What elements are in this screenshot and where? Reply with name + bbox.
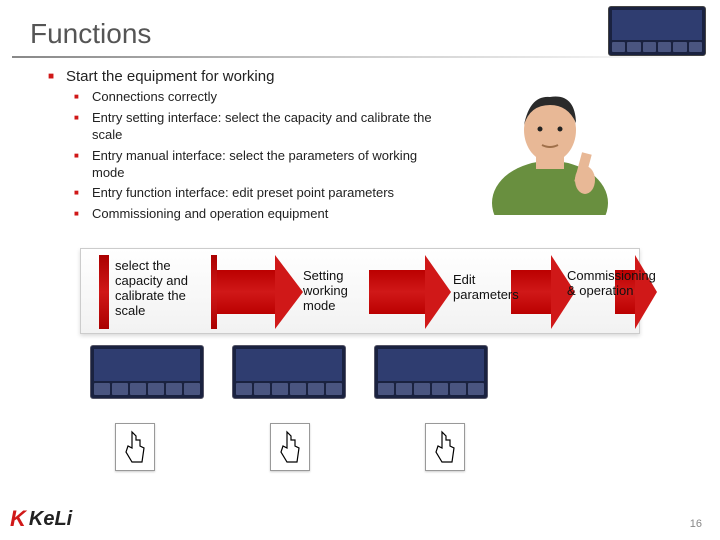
flow-step-1: select the capacity and calibrate the sc… [115, 259, 205, 319]
device-thumbnails-row [90, 345, 488, 399]
logo-mark: K [10, 506, 26, 532]
bullet-level2: Entry setting interface: select the capa… [74, 108, 440, 146]
page-number: 16 [690, 518, 702, 530]
device-thumbnail [232, 345, 346, 399]
person-illustration [480, 85, 620, 215]
device-thumbnail [374, 345, 488, 399]
bullet-level2: Entry function interface: edit preset po… [74, 183, 440, 204]
brand-logo: K KeLi [10, 506, 72, 532]
bullet-level2: Entry manual interface: select the param… [74, 146, 440, 184]
flow-step-4: Commissioning & operation [567, 269, 659, 299]
pointer-icon [115, 423, 155, 471]
bullet-list: Start the equipment for working Connecti… [0, 66, 440, 225]
pointer-icon [425, 423, 465, 471]
pointer-icon [270, 423, 310, 471]
bullet-level2: Commissioning and operation equipment [74, 204, 440, 225]
process-flow: select the capacity and calibrate the sc… [80, 248, 640, 334]
logo-text: KeLi [29, 508, 72, 531]
bullet-level2: Connections correctly [74, 87, 440, 108]
flow-step-3: Edit parameters [453, 273, 533, 303]
bullet-level1: Start the equipment for working [48, 66, 440, 87]
pointer-icons-row [115, 423, 465, 471]
flow-step-2: Setting working mode [303, 269, 373, 314]
device-thumbnail-top [608, 6, 706, 56]
device-thumbnail [90, 345, 204, 399]
title-underline [12, 56, 704, 58]
